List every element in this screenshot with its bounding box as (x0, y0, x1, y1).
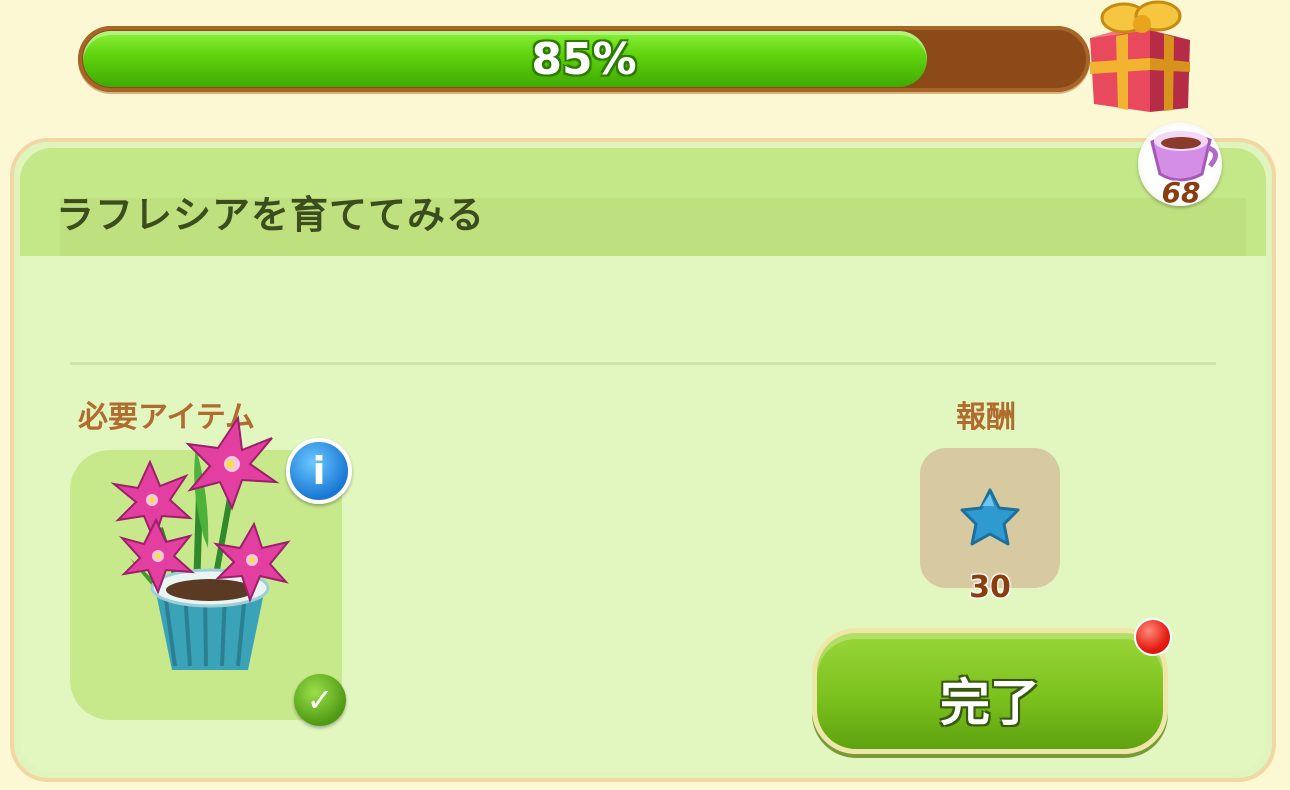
check-icon: ✓ (294, 674, 346, 726)
progress-label: 85% (531, 34, 637, 85)
reward-count: 30 (969, 570, 1011, 605)
info-button[interactable]: i (286, 438, 352, 504)
quest-title: ラフレシアを育ててみる (56, 193, 486, 237)
gift-box-icon[interactable] (1072, 0, 1202, 125)
divider (70, 362, 1216, 365)
lily-plant-icon (110, 415, 291, 670)
reward-label: 報酬 (956, 400, 1016, 435)
currency-count: 68 (1161, 176, 1201, 209)
info-icon: i (312, 449, 326, 493)
blue-star-icon (960, 488, 1020, 546)
progress-bar: 85% (78, 26, 1090, 92)
complete-button[interactable]: 完了 (812, 628, 1168, 754)
reward-card[interactable] (920, 448, 1060, 588)
notification-dot (1134, 618, 1172, 656)
complete-button-label: 完了 (940, 674, 1040, 732)
